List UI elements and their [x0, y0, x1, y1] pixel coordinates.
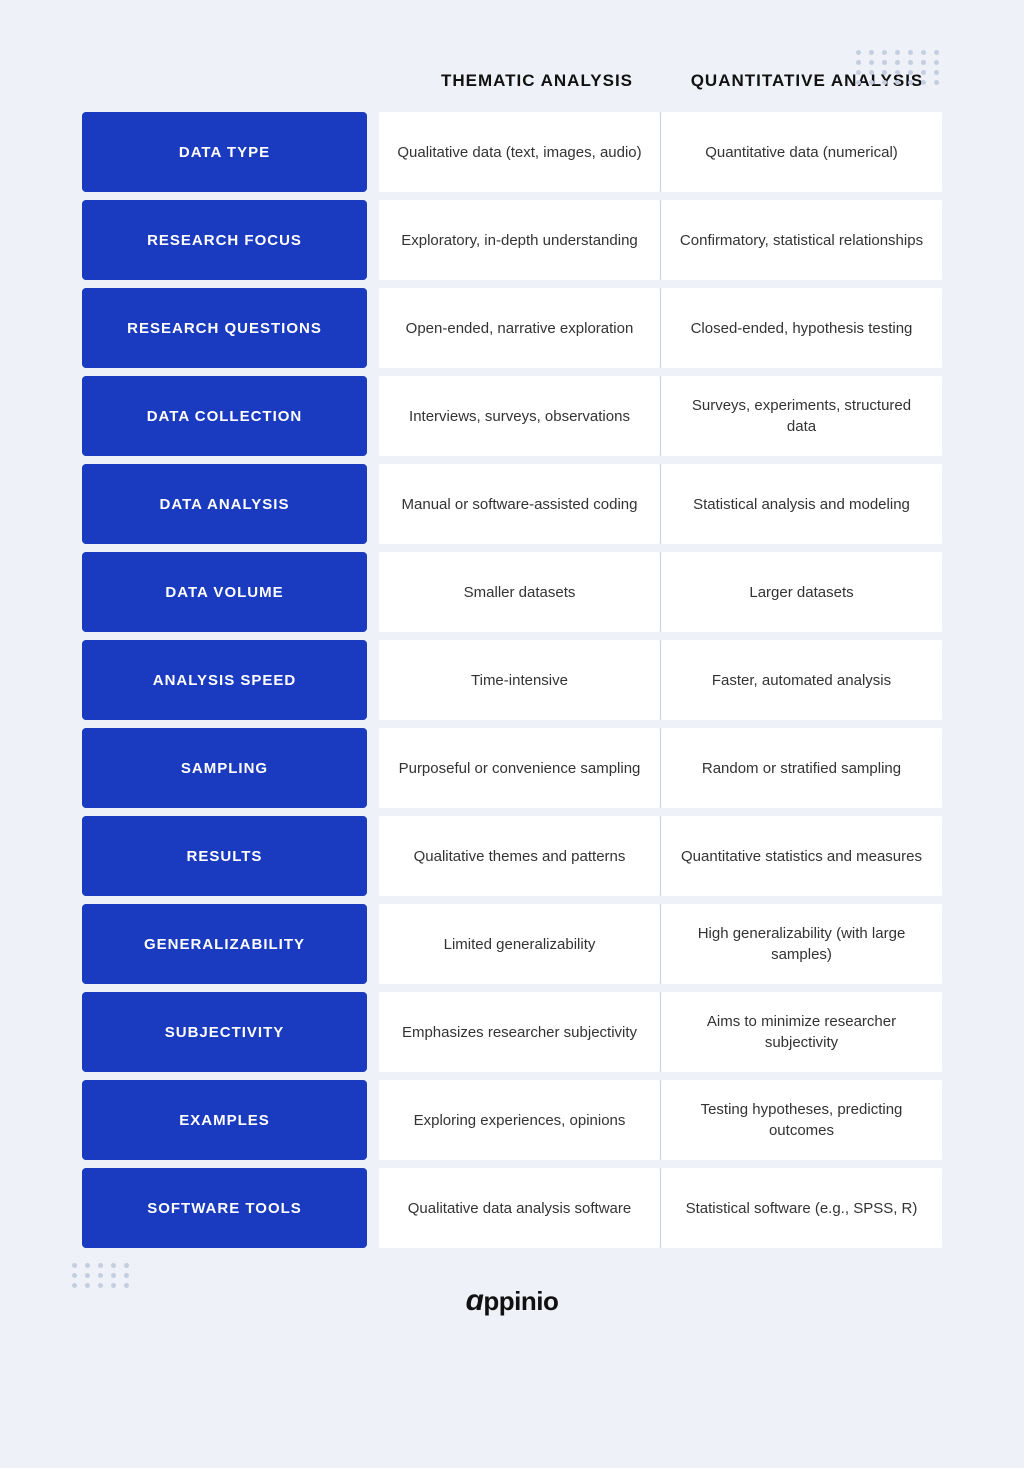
row-quantitative-6: Faster, automated analysis [661, 640, 942, 720]
table-row: ANALYSIS SPEEDTime-intensiveFaster, auto… [82, 640, 942, 720]
row-label-5: DATA VOLUME [82, 552, 367, 632]
row-label-3: DATA COLLECTION [82, 376, 367, 456]
table-row: RESEARCH QUESTIONSOpen-ended, narrative … [82, 288, 942, 368]
table-row: DATA ANALYSISManual or software-assisted… [82, 464, 942, 544]
row-quantitative-5: Larger datasets [661, 552, 942, 632]
table-row: GENERALIZABILITYLimited generalizability… [82, 904, 942, 984]
row-quantitative-11: Testing hypotheses, predicting outcomes [661, 1080, 942, 1160]
table-row: DATA TYPEQualitative data (text, images,… [82, 112, 942, 192]
table-row: DATA VOLUMESmaller datasetsLarger datase… [82, 552, 942, 632]
row-thematic-11: Exploring experiences, opinions [379, 1080, 661, 1160]
table-row: SOFTWARE TOOLSQualitative data analysis … [82, 1168, 942, 1248]
row-thematic-10: Emphasizes researcher subjectivity [379, 992, 661, 1072]
row-thematic-3: Interviews, surveys, observations [379, 376, 661, 456]
header-thematic: THEMATIC ANALYSIS [402, 60, 672, 102]
decorative-dots-bottom [72, 1263, 132, 1288]
table-row: DATA COLLECTIONInterviews, surveys, obse… [82, 376, 942, 456]
table-row: SUBJECTIVITYEmphasizes researcher subjec… [82, 992, 942, 1072]
row-label-1: RESEARCH FOCUS [82, 200, 367, 280]
row-label-2: RESEARCH QUESTIONS [82, 288, 367, 368]
row-label-8: RESULTS [82, 816, 367, 896]
row-quantitative-9: High generalizability (with large sample… [661, 904, 942, 984]
brand-name: ppinio [483, 1286, 558, 1316]
table-row: EXAMPLESExploring experiences, opinionsT… [82, 1080, 942, 1160]
decorative-dots-top [856, 50, 942, 85]
row-quantitative-7: Random or stratified sampling [661, 728, 942, 808]
row-quantitative-12: Statistical software (e.g., SPSS, R) [661, 1168, 942, 1248]
row-label-9: GENERALIZABILITY [82, 904, 367, 984]
row-thematic-2: Open-ended, narrative exploration [379, 288, 661, 368]
table-row: RESEARCH FOCUSExploratory, in-depth unde… [82, 200, 942, 280]
row-thematic-5: Smaller datasets [379, 552, 661, 632]
row-quantitative-3: Surveys, experiments, structured data [661, 376, 942, 456]
row-thematic-6: Time-intensive [379, 640, 661, 720]
row-label-0: DATA TYPE [82, 112, 367, 192]
brand-icon-a: ɑ [466, 1284, 484, 1317]
row-quantitative-0: Quantitative data (numerical) [661, 112, 942, 192]
row-thematic-4: Manual or software-assisted coding [379, 464, 661, 544]
comparison-table: DATA TYPEQualitative data (text, images,… [82, 112, 942, 1248]
row-thematic-1: Exploratory, in-depth understanding [379, 200, 661, 280]
row-quantitative-4: Statistical analysis and modeling [661, 464, 942, 544]
header-label-spacer [82, 60, 402, 102]
row-quantitative-2: Closed-ended, hypothesis testing [661, 288, 942, 368]
row-thematic-0: Qualitative data (text, images, audio) [379, 112, 661, 192]
row-label-7: SAMPLING [82, 728, 367, 808]
row-thematic-9: Limited generalizability [379, 904, 661, 984]
row-label-12: SOFTWARE TOOLS [82, 1168, 367, 1248]
row-quantitative-1: Confirmatory, statistical relationships [661, 200, 942, 280]
page-container: THEMATIC ANALYSIS QUANTITATIVE ANALYSIS … [52, 20, 972, 1368]
row-thematic-8: Qualitative themes and patterns [379, 816, 661, 896]
row-label-10: SUBJECTIVITY [82, 992, 367, 1072]
table-row: RESULTSQualitative themes and patternsQu… [82, 816, 942, 896]
row-label-6: ANALYSIS SPEED [82, 640, 367, 720]
row-quantitative-8: Quantitative statistics and measures [661, 816, 942, 896]
row-quantitative-10: Aims to minimize researcher subjectivity [661, 992, 942, 1072]
row-thematic-7: Purposeful or convenience sampling [379, 728, 661, 808]
brand-footer: ɑppinio [82, 1284, 942, 1318]
row-label-11: EXAMPLES [82, 1080, 367, 1160]
row-label-4: DATA ANALYSIS [82, 464, 367, 544]
column-headers: THEMATIC ANALYSIS QUANTITATIVE ANALYSIS [82, 60, 942, 102]
table-row: SAMPLINGPurposeful or convenience sampli… [82, 728, 942, 808]
row-thematic-12: Qualitative data analysis software [379, 1168, 661, 1248]
